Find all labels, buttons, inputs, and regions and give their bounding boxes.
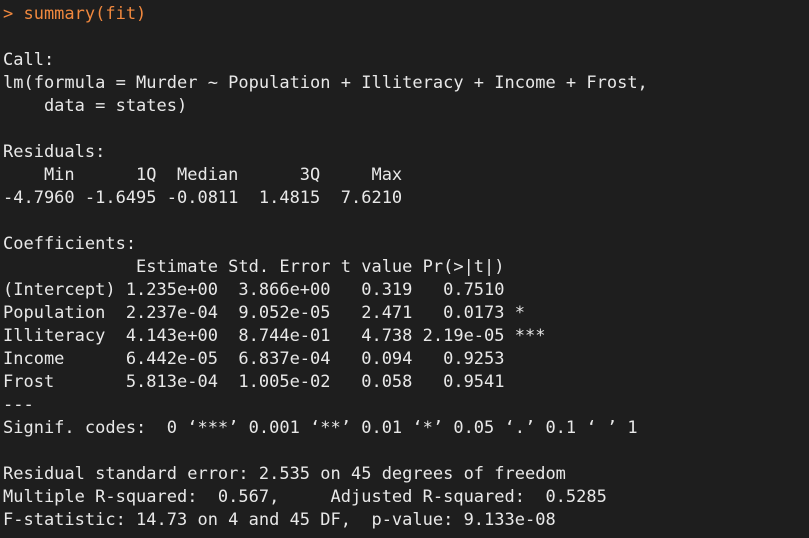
residuals-values: -4.7960 -1.6495 -0.0811 1.4815 7.6210 [3, 188, 413, 208]
residuals-labels: Min 1Q Median 3Q Max [3, 165, 413, 185]
coefficients-header: Coefficients: [3, 234, 137, 254]
coefficient-row-illiteracy: Illiteracy 4.143e+00 8.744e-01 4.738 2.1… [3, 326, 546, 346]
call-data-line: data = states) [3, 96, 188, 116]
console-command-line: > summary(fit) [3, 4, 147, 24]
coefficient-row-frost: Frost 5.813e-04 1.005e-02 0.058 0.9541 [3, 372, 546, 392]
coefficient-row-income: Income 6.442e-05 6.837e-04 0.094 0.9253 [3, 349, 546, 369]
call-header: Call: [3, 50, 55, 70]
residual-standard-error-line: Residual standard error: 2.535 on 45 deg… [3, 464, 566, 484]
r-squared-line: Multiple R-squared: 0.567, Adjusted R-sq… [3, 487, 618, 507]
separator-line: --- [3, 395, 34, 415]
residuals-header: Residuals: [3, 142, 106, 162]
r-console-output[interactable]: > summary(fit) Call: lm(formula = Murder… [0, 0, 809, 538]
coefficient-row-population: Population 2.237e-04 9.052e-05 2.471 0.0… [3, 303, 546, 323]
coefficients-column-headers: Estimate Std. Error t value Pr(>|t|) [3, 257, 546, 277]
coefficient-row-intercept: (Intercept) 1.235e+00 3.866e+00 0.319 0.… [3, 280, 546, 300]
call-formula-line: lm(formula = Murder ~ Population + Illit… [3, 73, 648, 93]
f-statistic-line: F-statistic: 14.73 on 4 and 45 DF, p-val… [3, 510, 556, 530]
signif-codes-line: Signif. codes: 0 ‘***’ 0.001 ‘**’ 0.01 ‘… [3, 418, 638, 438]
